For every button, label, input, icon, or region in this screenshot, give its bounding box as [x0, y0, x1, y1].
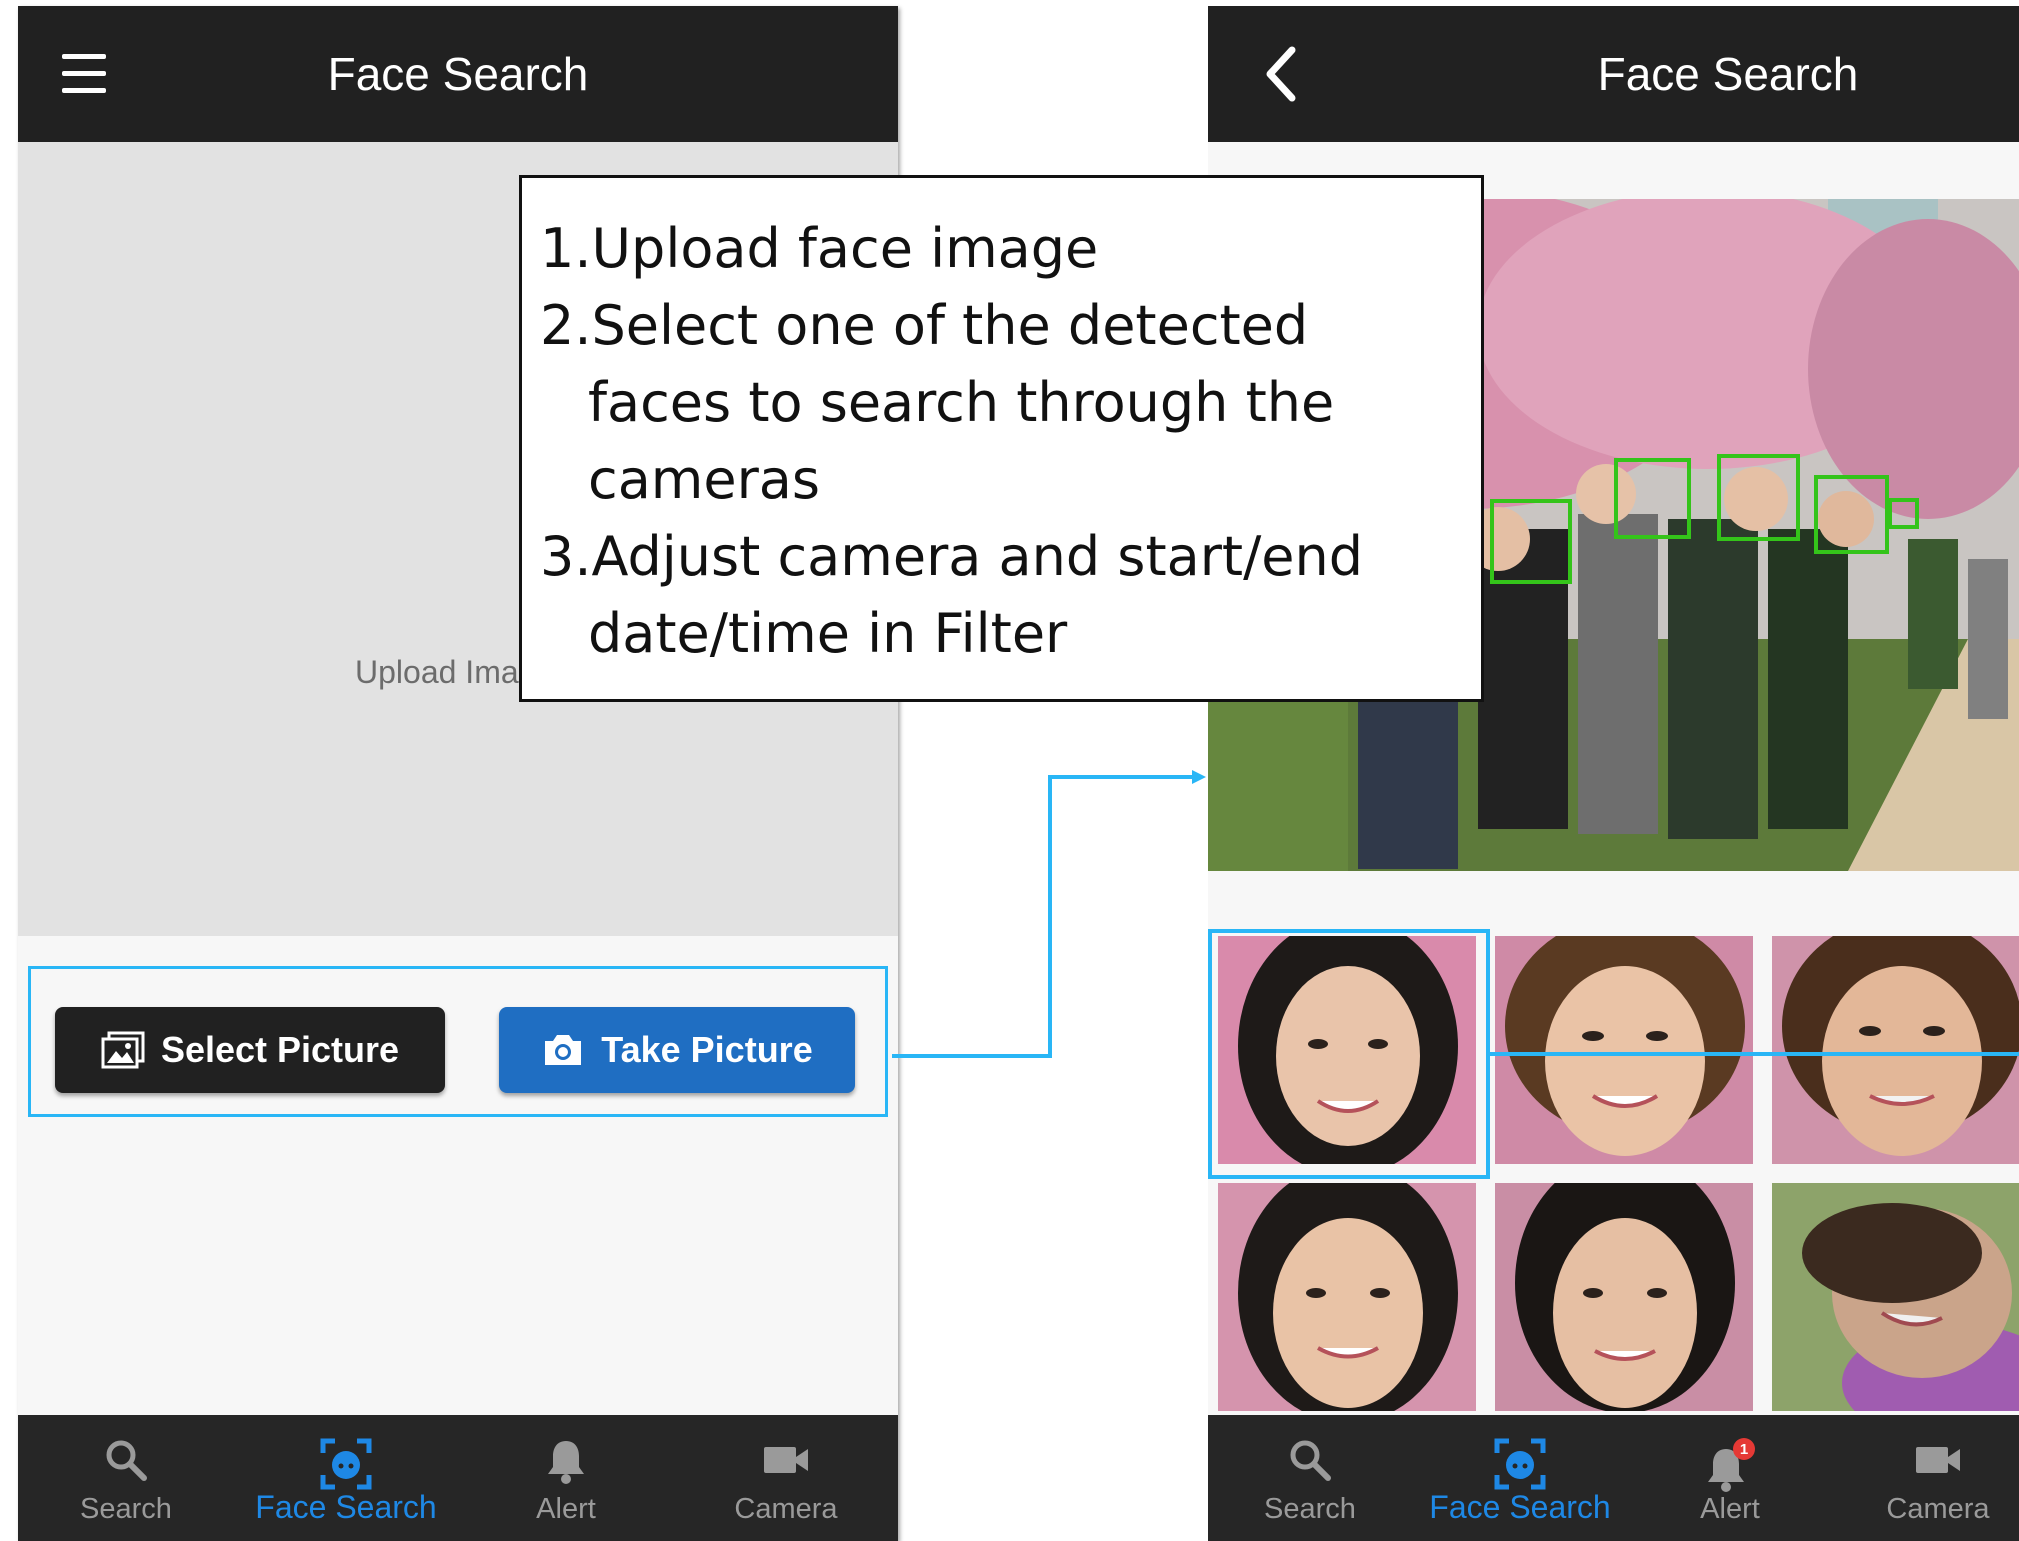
instruction-step-1: 1.Upload face image — [540, 217, 1099, 280]
detected-face-tile[interactable] — [1495, 1183, 1753, 1411]
face-detection-box[interactable] — [1490, 499, 1572, 584]
detected-face-tile[interactable] — [1772, 1183, 2019, 1411]
select-picture-button[interactable]: Select Picture — [55, 1007, 445, 1093]
select-picture-label: Select Picture — [160, 1029, 400, 1070]
selected-face-highlight — [1208, 929, 1490, 1179]
alert-badge-count: 1 — [1740, 1441, 1748, 1458]
nav-face-search-label: Face Search — [255, 1489, 437, 1525]
detected-face-tile[interactable] — [1495, 936, 1753, 1164]
nav-search[interactable]: Search — [1210, 1415, 1410, 1541]
top-app-bar: Face Search — [1208, 6, 2019, 142]
image-gallery-icon — [101, 1031, 145, 1069]
nav-alert-label: Alert — [1700, 1493, 1760, 1525]
nav-camera-label: Camera — [734, 1493, 838, 1525]
nav-camera[interactable]: Camera — [1838, 1415, 2019, 1541]
nav-alert-label: Alert — [536, 1493, 596, 1525]
nav-face-search[interactable]: Face Search — [246, 1415, 446, 1541]
nav-camera-label: Camera — [1886, 1493, 1990, 1525]
instruction-step-2: 2.Select one of the detected faces to se… — [540, 294, 1335, 511]
face-scan-icon — [1494, 1438, 1546, 1490]
face-detection-box[interactable] — [1614, 458, 1691, 539]
nav-alert[interactable]: 1 Alert — [1630, 1415, 1830, 1541]
video-camera-icon — [1916, 1447, 1960, 1473]
nav-search-label: Search — [1264, 1493, 1356, 1525]
face-detection-box[interactable] — [1888, 498, 1919, 529]
camera-icon — [545, 1035, 582, 1065]
detected-face-tile[interactable] — [1218, 1183, 1476, 1411]
nav-face-search[interactable]: Face Search — [1420, 1415, 1620, 1541]
video-camera-icon — [764, 1447, 808, 1473]
nav-camera[interactable]: Camera — [686, 1415, 886, 1541]
nav-face-search-label: Face Search — [1429, 1489, 1611, 1525]
page-title: Face Search — [327, 48, 589, 100]
picture-buttons-group: Select Picture Take Picture — [28, 966, 888, 1117]
search-icon — [1290, 1440, 1331, 1481]
upload-image-label: Upload Ima — [355, 654, 519, 690]
face-detection-box[interactable] — [1814, 475, 1889, 554]
face-scan-icon — [320, 1438, 372, 1490]
nav-search-label: Search — [80, 1493, 172, 1525]
instructions-callout: 1.Upload face image 2.Select one of the … — [519, 175, 1484, 702]
bell-icon: 1 — [1708, 1438, 1755, 1492]
instruction-step-3: 3.Adjust camera and start/end date/time … — [540, 525, 1363, 665]
search-icon — [106, 1440, 147, 1481]
face-detection-box[interactable] — [1717, 454, 1800, 541]
detected-face-tile[interactable] — [1772, 936, 2019, 1164]
take-picture-label: Take Picture — [601, 1029, 813, 1070]
nav-alert[interactable]: Alert — [466, 1415, 666, 1541]
take-picture-button[interactable]: Take Picture — [499, 1007, 855, 1093]
bottom-navigation: Search Face Search 1 Alert Camera — [1208, 1415, 2019, 1541]
bottom-navigation: Search Face Search Alert Camera — [18, 1415, 898, 1541]
top-app-bar: Face Search — [18, 6, 898, 142]
nav-search[interactable]: Search — [26, 1415, 226, 1541]
bell-icon — [548, 1441, 584, 1484]
page-title: Face Search — [1597, 48, 1859, 100]
